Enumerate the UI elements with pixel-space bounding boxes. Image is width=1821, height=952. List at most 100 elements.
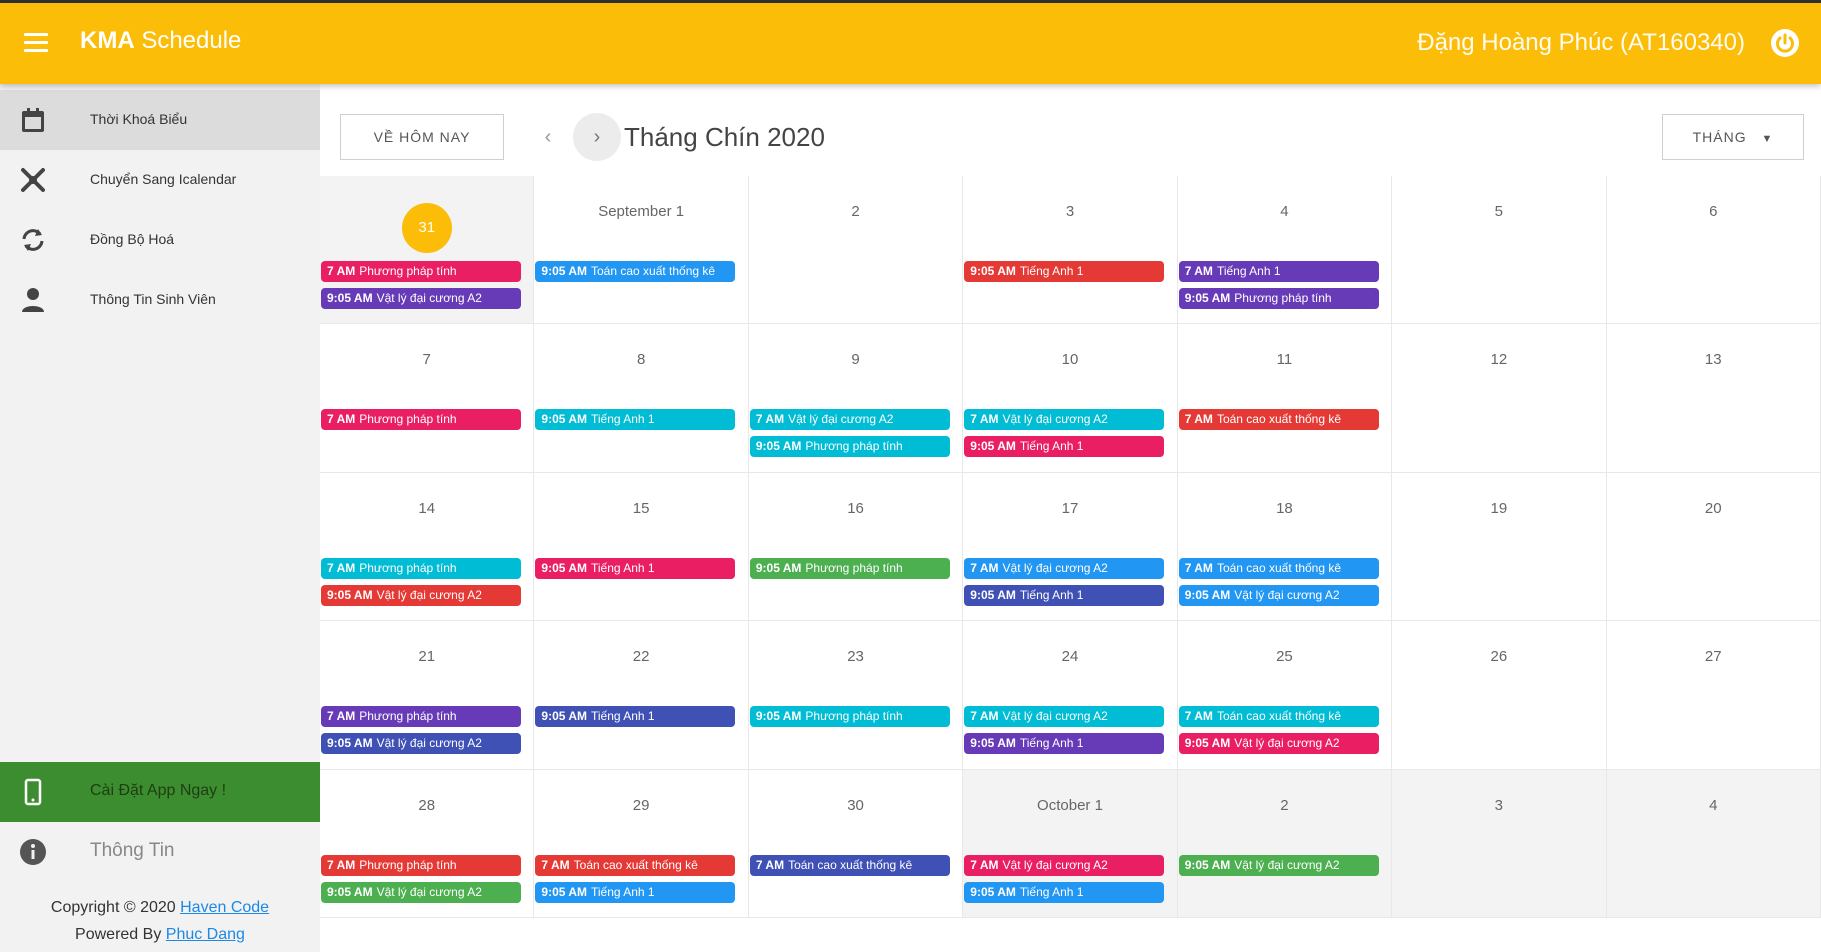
calendar-event[interactable]: 7 AM Vật lý đại cương A2 bbox=[749, 409, 950, 431]
day-cell[interactable]: 3 9:05 AM Tiếng Anh 1 bbox=[963, 176, 1178, 325]
day-number[interactable]: October 1 bbox=[963, 797, 1176, 814]
day-cell[interactable]: 16 9:05 AM Phương pháp tính bbox=[748, 472, 964, 622]
calendar-event[interactable]: 7 AM Vật lý đại cương A2 bbox=[964, 854, 1165, 876]
calendar-event[interactable]: 7 AM Phương pháp tính bbox=[321, 557, 521, 579]
day-number[interactable]: 17 bbox=[963, 500, 1176, 517]
calendar-event[interactable]: 7 AM Vật lý đại cương A2 bbox=[964, 409, 1165, 431]
calendar-event[interactable]: 7 AM Phương pháp tính bbox=[321, 409, 521, 431]
day-cell[interactable]: 27 bbox=[1606, 621, 1821, 770]
calendar-event[interactable]: 9:05 AM Vật lý đại cương A2 bbox=[1178, 854, 1379, 876]
today-date[interactable]: 31 bbox=[401, 203, 452, 253]
day-cell[interactable]: 26 bbox=[1392, 621, 1607, 770]
day-number[interactable]: 24 bbox=[963, 648, 1176, 665]
day-cell[interactable]: 18 7 AM Toán cao xuất thống kê 9:05 AM Vật l… bbox=[1177, 472, 1393, 622]
calendar-event[interactable]: 9:05 AM Vật lý đại cương A2 bbox=[1178, 733, 1379, 755]
day-number[interactable]: 4 bbox=[1178, 203, 1391, 220]
calendar-event[interactable]: 7 AM Toán cao xuất thống kê bbox=[1178, 557, 1379, 579]
day-number[interactable]: September 1 bbox=[534, 203, 747, 220]
sidebar-item-timetable[interactable]: Thời Khoá Biểu bbox=[0, 90, 320, 150]
calendar-event[interactable]: 9:05 AM Phương pháp tính bbox=[749, 706, 950, 728]
calendar-event[interactable]: 7 AM Toán cao xuất thống kê bbox=[535, 854, 736, 876]
day-number[interactable]: 21 bbox=[320, 648, 533, 665]
calendar-event[interactable]: 9:05 AM Tiếng Anh 1 bbox=[964, 881, 1165, 903]
day-cell[interactable]: 4 bbox=[1606, 769, 1821, 918]
day-cell[interactable]: 11 7 AM Toán cao xuất thống kê bbox=[1177, 324, 1393, 473]
calendar-event[interactable]: 7 AM Phương pháp tính bbox=[321, 854, 521, 876]
calendar-event[interactable]: 9:05 AM Tiếng Anh 1 bbox=[535, 557, 736, 579]
day-number[interactable]: 19 bbox=[1392, 500, 1605, 517]
calendar-event[interactable]: 7 AM Vật lý đại cương A2 bbox=[964, 706, 1165, 728]
day-cell[interactable]: 6 bbox=[1606, 176, 1821, 325]
day-number[interactable]: 8 bbox=[534, 351, 747, 368]
sidebar-item-icalendar[interactable]: Chuyển Sang Icalendar bbox=[0, 150, 320, 210]
day-cell[interactable]: 19 bbox=[1392, 472, 1607, 622]
day-cell[interactable]: 21 7 AM Phương pháp tính 9:05 AM Vật lý đại … bbox=[320, 621, 535, 770]
day-number[interactable]: 22 bbox=[534, 648, 747, 665]
sidebar-item-sync[interactable]: Đồng Bộ Hoá bbox=[0, 210, 320, 270]
day-number[interactable]: 29 bbox=[534, 797, 747, 814]
calendar-event[interactable]: 9:05 AM Tiếng Anh 1 bbox=[535, 409, 736, 431]
calendar-event[interactable]: 9:05 AM Tiếng Anh 1 bbox=[964, 261, 1165, 282]
day-cell[interactable]: September 1 9:05 AM Toán cao xuất thống kê bbox=[534, 176, 749, 325]
today-button[interactable]: VỀ HÔM NAY bbox=[340, 114, 504, 160]
day-cell[interactable]: 2 bbox=[748, 176, 964, 325]
day-cell[interactable]: 13 bbox=[1606, 324, 1821, 473]
prev-month-button[interactable]: ‹ bbox=[536, 124, 560, 150]
day-number[interactable]: 20 bbox=[1607, 500, 1820, 517]
day-cell[interactable]: 17 7 AM Vật lý đại cương A2 9:05 AM Tiếng An… bbox=[963, 472, 1178, 622]
day-cell[interactable]: 3 bbox=[1392, 769, 1607, 918]
day-number[interactable]: 15 bbox=[534, 500, 747, 517]
day-cell[interactable]: 9 7 AM Vật lý đại cương A2 9:05 AM Phương ph… bbox=[748, 324, 964, 473]
day-number[interactable]: 5 bbox=[1392, 203, 1605, 220]
day-number[interactable]: 7 bbox=[320, 351, 533, 368]
calendar-event[interactable]: 9:05 AM Vật lý đại cương A2 bbox=[321, 881, 521, 903]
day-number[interactable]: 30 bbox=[749, 797, 962, 814]
sidebar-item-student-info[interactable]: Thông Tin Sinh Viên bbox=[0, 270, 320, 330]
day-cell[interactable]: 31 7 AM Phương pháp tính 9:05 AM Vật lý đại … bbox=[320, 176, 535, 325]
calendar-event[interactable]: 9:05 AM Phương pháp tính bbox=[749, 557, 950, 579]
day-cell[interactable]: 7 7 AM Phương pháp tính bbox=[320, 324, 535, 473]
day-number[interactable]: 12 bbox=[1392, 351, 1605, 368]
day-cell[interactable]: 8 9:05 AM Tiếng Anh 1 bbox=[534, 324, 749, 473]
day-number[interactable]: 26 bbox=[1392, 648, 1605, 665]
day-number[interactable]: 10 bbox=[963, 351, 1176, 368]
power-icon[interactable] bbox=[1769, 27, 1801, 59]
day-cell[interactable]: 24 7 AM Vật lý đại cương A2 9:05 AM Tiếng An… bbox=[963, 621, 1178, 770]
day-number[interactable]: 25 bbox=[1178, 648, 1391, 665]
calendar-event[interactable]: 9:05 AM Tiếng Anh 1 bbox=[964, 733, 1165, 755]
day-cell[interactable]: 28 7 AM Phương pháp tính 9:05 AM Vật lý đại … bbox=[320, 769, 535, 918]
day-number[interactable]: 2 bbox=[1178, 797, 1391, 814]
day-cell[interactable]: 10 7 AM Vật lý đại cương A2 9:05 AM Tiếng An… bbox=[963, 324, 1178, 473]
day-cell[interactable]: 14 7 AM Phương pháp tính 9:05 AM Vật lý đại … bbox=[320, 472, 535, 622]
day-number[interactable]: 11 bbox=[1178, 351, 1391, 368]
calendar-event[interactable]: 9:05 AM Phương pháp tính bbox=[1178, 288, 1379, 309]
calendar-event[interactable]: 9:05 AM Vật lý đại cương A2 bbox=[321, 584, 521, 606]
haven-code-link[interactable]: Haven Code bbox=[180, 899, 269, 916]
day-cell[interactable]: 20 bbox=[1606, 472, 1821, 622]
menu-icon[interactable] bbox=[24, 33, 48, 53]
next-month-button[interactable]: › bbox=[573, 113, 621, 161]
day-number[interactable]: 14 bbox=[320, 500, 533, 517]
info-button[interactable]: Thông Tin bbox=[0, 822, 320, 882]
calendar-event[interactable]: 7 AM Phương pháp tính bbox=[321, 261, 521, 282]
calendar-event[interactable]: 9:05 AM Vật lý đại cương A2 bbox=[321, 733, 521, 755]
day-cell[interactable]: 5 bbox=[1392, 176, 1607, 325]
day-cell[interactable]: 23 9:05 AM Phương pháp tính bbox=[748, 621, 964, 770]
day-cell[interactable]: 25 7 AM Toán cao xuất thống kê 9:05 AM Vật l… bbox=[1177, 621, 1393, 770]
day-cell[interactable]: 15 9:05 AM Tiếng Anh 1 bbox=[534, 472, 749, 622]
calendar-event[interactable]: 9:05 AM Vật lý đại cương A2 bbox=[321, 288, 521, 309]
day-cell[interactable]: October 1 7 AM Vật lý đại cương A2 9:05 AM T… bbox=[963, 769, 1178, 918]
calendar-event[interactable]: 9:05 AM Phương pháp tính bbox=[749, 436, 950, 458]
calendar-event[interactable]: 7 AM Phương pháp tính bbox=[321, 706, 521, 728]
day-number[interactable]: 6 bbox=[1607, 203, 1820, 220]
calendar-event[interactable]: 7 AM Toán cao xuất thống kê bbox=[749, 854, 950, 876]
day-cell[interactable]: 2 9:05 AM Vật lý đại cương A2 bbox=[1177, 769, 1393, 918]
install-app-button[interactable]: Cài Đặt App Ngay ! bbox=[0, 762, 320, 822]
day-number[interactable]: 4 bbox=[1607, 797, 1820, 814]
calendar-event[interactable]: 9:05 AM Tiếng Anh 1 bbox=[535, 881, 736, 903]
calendar-event[interactable]: 7 AM Toán cao xuất thống kê bbox=[1178, 706, 1379, 728]
calendar-event[interactable]: 9:05 AM Tiếng Anh 1 bbox=[964, 436, 1165, 458]
day-number[interactable]: 18 bbox=[1178, 500, 1391, 517]
calendar-event[interactable]: 9:05 AM Tiếng Anh 1 bbox=[535, 706, 736, 728]
day-number[interactable]: 28 bbox=[320, 797, 533, 814]
